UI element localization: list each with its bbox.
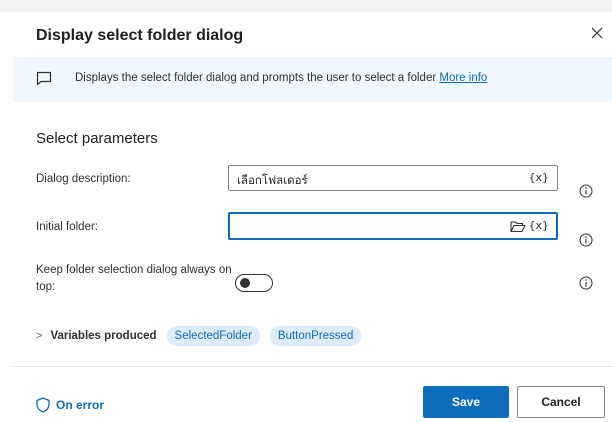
initial-folder-input[interactable]: {x} bbox=[228, 212, 558, 240]
variable-chip[interactable]: SelectedFolder bbox=[166, 326, 260, 346]
variable-picker-button[interactable]: {x} bbox=[528, 171, 549, 184]
keep-on-top-toggle[interactable] bbox=[235, 274, 273, 292]
footer-divider bbox=[12, 366, 612, 367]
more-info-link[interactable]: More info bbox=[439, 72, 487, 84]
keep-on-top-label: Keep folder selection dialog always on t… bbox=[36, 264, 232, 293]
variables-produced: > Variables produced SelectedFolder Butt… bbox=[36, 326, 371, 346]
on-error-label: On error bbox=[56, 398, 105, 412]
info-bar: Displays the select folder dialog and pr… bbox=[13, 57, 612, 102]
info-description: Displays the select folder dialog and pr… bbox=[75, 72, 437, 84]
info-text: Displays the select folder dialog and pr… bbox=[75, 72, 487, 84]
window-top-strip bbox=[0, 0, 612, 12]
select-folder-dialog: Display select folder dialog Displays th… bbox=[0, 12, 612, 422]
toggle-knob bbox=[240, 278, 250, 288]
dialog-description-label: Dialog description: bbox=[36, 173, 131, 185]
variable-chip[interactable]: ButtonPressed bbox=[269, 326, 362, 346]
on-error-button[interactable]: On error bbox=[36, 397, 104, 413]
initial-folder-label: Initial folder: bbox=[36, 221, 99, 233]
info-icon[interactable] bbox=[579, 233, 593, 247]
chevron-right-icon[interactable]: > bbox=[36, 330, 42, 342]
dialog-description-input[interactable]: เลือกโฟลเดอร์ {x} bbox=[228, 165, 558, 191]
close-icon[interactable] bbox=[586, 22, 608, 44]
chat-icon bbox=[36, 71, 52, 91]
dialog-title: Display select folder dialog bbox=[36, 27, 244, 44]
info-icon[interactable] bbox=[579, 276, 593, 290]
info-icon[interactable] bbox=[579, 184, 593, 198]
variable-picker-button[interactable]: {x} bbox=[528, 219, 549, 232]
dialog-description-value: เลือกโฟลเดอร์ bbox=[237, 175, 308, 187]
folder-icon[interactable] bbox=[510, 220, 526, 238]
shield-icon bbox=[36, 397, 50, 413]
cancel-button[interactable]: Cancel bbox=[517, 386, 605, 418]
save-button[interactable]: Save bbox=[423, 386, 509, 418]
section-title: Select parameters bbox=[36, 130, 158, 147]
variables-produced-label: Variables produced bbox=[50, 330, 157, 342]
